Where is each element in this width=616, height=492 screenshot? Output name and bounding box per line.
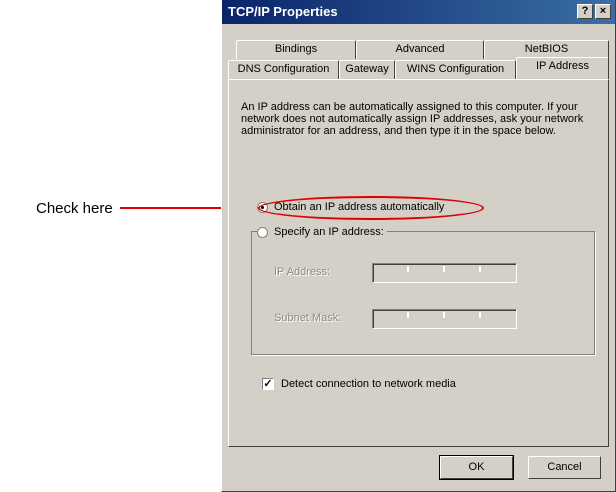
subnet-mask-label: Subnet Mask: — [274, 312, 342, 324]
annotation-label: Check here — [36, 200, 113, 217]
tab-advanced[interactable]: Advanced — [356, 40, 484, 59]
panel-description: An IP address can be automatically assig… — [241, 101, 584, 137]
tab-row-front: DNS Configuration Gateway WINS Configura… — [228, 57, 609, 79]
subnet-mask-separator — [407, 312, 409, 318]
subnet-mask-separator — [443, 312, 445, 318]
window-title: TCP/IP Properties — [228, 4, 338, 19]
cancel-button[interactable]: Cancel — [528, 456, 601, 479]
ip-address-separator — [443, 266, 445, 272]
tab-dns-configuration[interactable]: DNS Configuration — [228, 60, 339, 79]
annotation-highlight-ellipse — [258, 196, 484, 220]
specify-ip-label: Specify an IP address: — [274, 226, 384, 238]
specify-ip-option[interactable]: Specify an IP address: — [257, 226, 387, 238]
tab-ip-address[interactable]: IP Address — [516, 57, 609, 79]
tcpip-properties-dialog: TCP/IP Properties ? × Bindings Advanced … — [221, 0, 616, 492]
title-bar: TCP/IP Properties ? × — [222, 0, 615, 24]
close-button[interactable]: × — [595, 4, 611, 19]
subnet-mask-separator — [479, 312, 481, 318]
help-button[interactable]: ? — [577, 4, 593, 19]
specify-ip-groupbox: IP Address: Subnet Mask: — [251, 231, 595, 355]
detect-media-option[interactable]: ✓ Detect connection to network media — [262, 378, 456, 390]
detect-media-label: Detect connection to network media — [281, 378, 456, 390]
ok-button[interactable]: OK — [439, 455, 514, 480]
ip-address-field[interactable] — [372, 263, 517, 283]
tab-wins-configuration[interactable]: WINS Configuration — [395, 60, 516, 79]
tab-bindings[interactable]: Bindings — [236, 40, 356, 59]
tab-gateway[interactable]: Gateway — [339, 60, 395, 79]
ip-address-panel: An IP address can be automatically assig… — [228, 79, 609, 447]
detect-media-checkbox[interactable]: ✓ — [262, 378, 274, 390]
ip-address-separator — [479, 266, 481, 272]
subnet-mask-field[interactable] — [372, 309, 517, 329]
specify-ip-radio[interactable] — [257, 226, 268, 238]
ip-address-separator — [407, 266, 409, 272]
ip-address-label: IP Address: — [274, 266, 331, 278]
